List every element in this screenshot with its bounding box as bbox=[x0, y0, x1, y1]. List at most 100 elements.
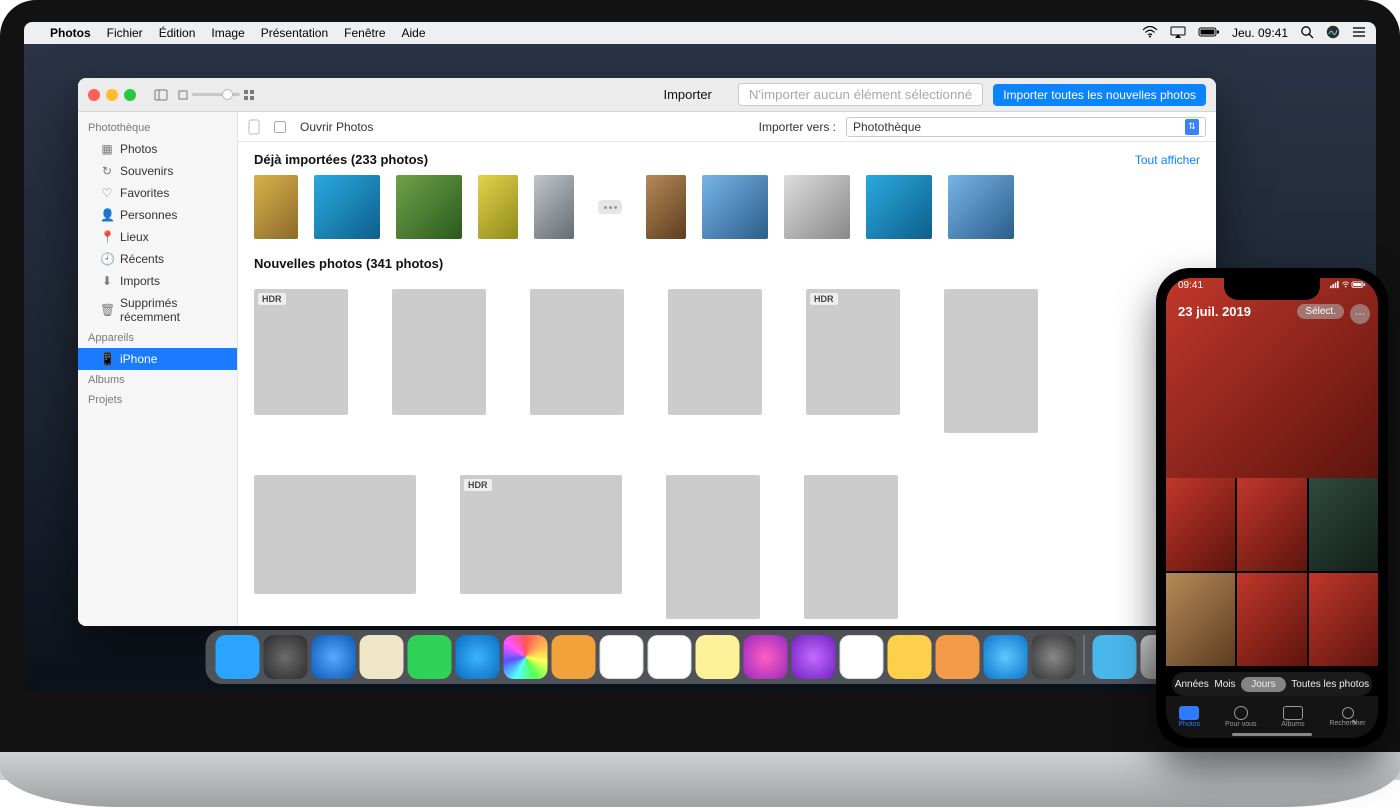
photo-thumb[interactable] bbox=[866, 175, 932, 239]
import-scroll[interactable]: Déjà importées (233 photos) Tout affiche… bbox=[238, 142, 1216, 626]
thumbnail-zoom-slider[interactable] bbox=[178, 90, 254, 100]
photo-thumb[interactable] bbox=[702, 175, 768, 239]
segment-months[interactable]: Mois bbox=[1214, 679, 1235, 690]
show-all-link[interactable]: Tout afficher bbox=[1135, 153, 1200, 167]
sidebar-item-photos[interactable]: ▦Photos bbox=[78, 138, 237, 160]
sidebar-item-label: iPhone bbox=[120, 352, 157, 366]
dock-pages-icon[interactable] bbox=[936, 635, 980, 679]
iphone-segment-control[interactable]: Années Mois Jours Toutes les photos bbox=[1172, 672, 1372, 696]
photo-thumb[interactable] bbox=[530, 289, 624, 433]
import-all-button[interactable]: Importer toutes les nouvelles photos bbox=[993, 84, 1206, 106]
photo-thumb[interactable] bbox=[1309, 573, 1378, 666]
photo-thumb[interactable]: HDR bbox=[460, 475, 622, 619]
photo-thumb[interactable] bbox=[1237, 478, 1306, 571]
dock-photos-icon[interactable] bbox=[504, 635, 548, 679]
dock-appstore-icon[interactable] bbox=[984, 635, 1028, 679]
photo-thumb[interactable] bbox=[254, 475, 416, 619]
photo-thumb[interactable] bbox=[314, 175, 380, 239]
segment-days[interactable]: Jours bbox=[1241, 677, 1285, 692]
photo-thumb[interactable] bbox=[1166, 573, 1235, 666]
photo-thumb[interactable] bbox=[804, 475, 898, 619]
dock-messages-icon[interactable] bbox=[408, 635, 452, 679]
select-button[interactable]: Sélect. bbox=[1297, 304, 1344, 319]
clock[interactable]: Jeu. 09:41 bbox=[1232, 26, 1288, 40]
photo-thumb[interactable] bbox=[944, 289, 1038, 433]
sidebar-toggle-icon[interactable] bbox=[154, 88, 168, 102]
photo-thumb[interactable] bbox=[534, 175, 574, 239]
sidebar-item-favorites[interactable]: ♡Favorites bbox=[78, 182, 237, 204]
import-to-label: Importer vers : bbox=[759, 120, 836, 134]
photo-thumb[interactable] bbox=[392, 289, 486, 433]
segment-all[interactable]: Toutes les photos bbox=[1291, 679, 1369, 690]
photo-thumb[interactable] bbox=[254, 175, 298, 239]
dock-contacts-icon[interactable] bbox=[552, 635, 596, 679]
sidebar-item-places[interactable]: 📍Lieux bbox=[78, 226, 237, 248]
dock-notes-icon[interactable] bbox=[696, 635, 740, 679]
sidebar-item-iphone[interactable]: 📱iPhone bbox=[78, 348, 237, 370]
dock-downloads-icon[interactable] bbox=[1093, 635, 1137, 679]
sidebar-item-label: Photos bbox=[120, 142, 157, 156]
photo-thumb[interactable] bbox=[646, 175, 686, 239]
sidebar-item-memories[interactable]: ↻Souvenirs bbox=[78, 160, 237, 182]
photo-thumb[interactable]: HDR bbox=[806, 289, 900, 433]
tab-photos[interactable]: Photos bbox=[1178, 706, 1200, 728]
close-button[interactable] bbox=[88, 89, 100, 101]
siri-icon[interactable] bbox=[1326, 25, 1340, 42]
hdr-badge: HDR bbox=[258, 293, 286, 305]
menu-edit[interactable]: Édition bbox=[159, 26, 196, 40]
notification-center-icon[interactable] bbox=[1352, 26, 1366, 41]
minimize-button[interactable] bbox=[106, 89, 118, 101]
dock-calendar-icon[interactable] bbox=[600, 635, 644, 679]
sidebar-item-recent[interactable]: 🕘Récents bbox=[78, 248, 237, 270]
photo-thumb[interactable] bbox=[478, 175, 518, 239]
dock-numbers-icon[interactable] bbox=[840, 635, 884, 679]
import-subbar: Ouvrir Photos Importer vers : Photothèqu… bbox=[238, 112, 1216, 142]
home-indicator[interactable] bbox=[1232, 733, 1312, 736]
photo-thumb[interactable] bbox=[784, 175, 850, 239]
dock-settings-icon[interactable] bbox=[1032, 635, 1076, 679]
photo-thumb[interactable]: HDR bbox=[254, 289, 348, 433]
dock-maps-icon[interactable] bbox=[456, 635, 500, 679]
foryou-icon bbox=[1234, 706, 1248, 720]
menu-image[interactable]: Image bbox=[211, 26, 244, 40]
dock-podcasts-icon[interactable] bbox=[792, 635, 836, 679]
battery-icon[interactable] bbox=[1198, 26, 1220, 41]
menu-view[interactable]: Présentation bbox=[261, 26, 328, 40]
import-none-button[interactable]: N'importer aucun élément sélectionné bbox=[738, 83, 983, 106]
dock-finder-icon[interactable] bbox=[216, 635, 260, 679]
photo-thumb[interactable] bbox=[396, 175, 462, 239]
menu-window[interactable]: Fenêtre bbox=[344, 26, 385, 40]
import-destination-dropdown[interactable]: Photothèque ⇅ bbox=[846, 117, 1206, 137]
tab-albums[interactable]: Albums bbox=[1281, 706, 1304, 728]
menu-file[interactable]: Fichier bbox=[107, 26, 143, 40]
dock-keynote-icon[interactable] bbox=[888, 635, 932, 679]
dock-mail-icon[interactable] bbox=[360, 635, 404, 679]
photo-thumb[interactable] bbox=[668, 289, 762, 433]
more-icon[interactable] bbox=[598, 200, 622, 214]
wifi-icon[interactable] bbox=[1142, 26, 1158, 41]
app-name[interactable]: Photos bbox=[50, 26, 91, 40]
dock-launchpad-icon[interactable] bbox=[264, 635, 308, 679]
fullscreen-button[interactable] bbox=[124, 89, 136, 101]
photo-thumb[interactable] bbox=[1237, 573, 1306, 666]
menu-help[interactable]: Aide bbox=[402, 26, 426, 40]
sidebar-item-trash[interactable]: 🗑Supprimés récemment bbox=[78, 292, 237, 328]
photo-thumb[interactable] bbox=[1309, 478, 1378, 571]
dock-music-icon[interactable] bbox=[744, 635, 788, 679]
sidebar-item-imports[interactable]: ⬇Imports bbox=[78, 270, 237, 292]
sidebar-item-people[interactable]: 👤Personnes bbox=[78, 204, 237, 226]
photo-thumb[interactable] bbox=[666, 475, 760, 619]
open-photos-checkbox[interactable] bbox=[274, 121, 286, 133]
airplay-icon[interactable] bbox=[1170, 26, 1186, 41]
photo-thumb[interactable] bbox=[948, 175, 1014, 239]
dock-reminders-icon[interactable] bbox=[648, 635, 692, 679]
photo-thumb[interactable] bbox=[1166, 478, 1235, 571]
more-button[interactable]: ⋯ bbox=[1350, 304, 1370, 324]
segment-years[interactable]: Années bbox=[1175, 679, 1209, 690]
spotlight-icon[interactable] bbox=[1300, 25, 1314, 42]
search-icon bbox=[1342, 707, 1354, 719]
dock-safari-icon[interactable] bbox=[312, 635, 356, 679]
window-title: Importer bbox=[663, 87, 711, 102]
tab-foryou[interactable]: Pour vous bbox=[1225, 706, 1257, 728]
tab-search[interactable]: Rechercher bbox=[1329, 707, 1365, 727]
